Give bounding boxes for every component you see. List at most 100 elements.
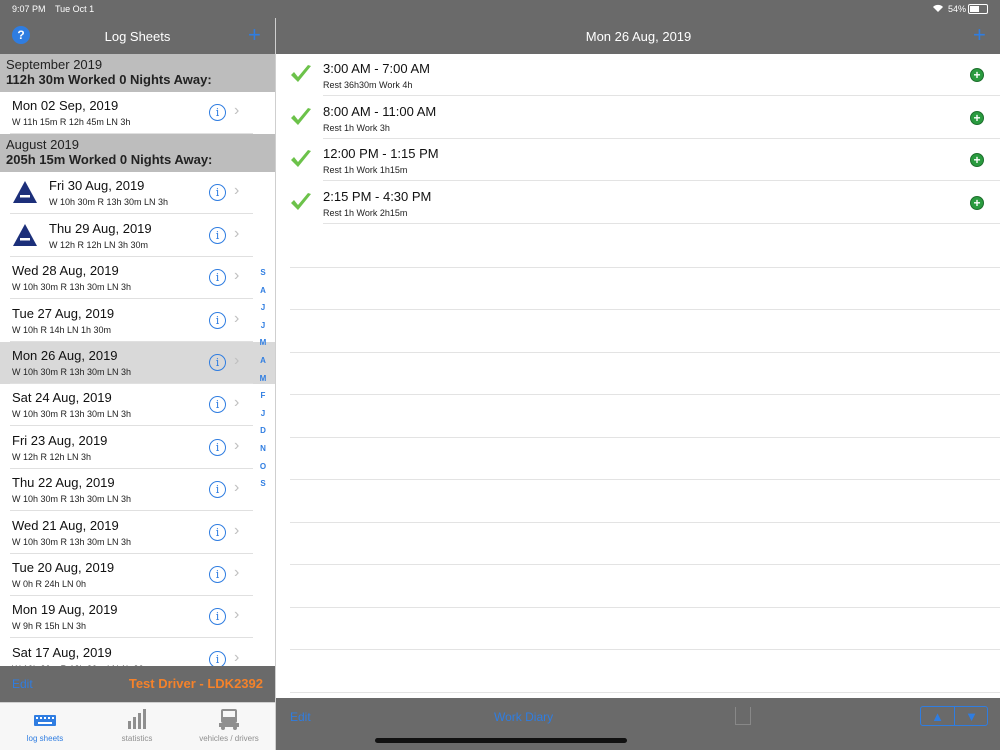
tab-label-statistics: statistics [121, 734, 153, 743]
info-icon[interactable]: i [209, 481, 226, 499]
add-entry-icon[interactable]: + [970, 68, 984, 82]
right-edit-button[interactable]: Edit [290, 710, 311, 724]
chevron-right-icon: › [234, 102, 240, 119]
row-summary: W 10h 30m R 13h 30m LN 3h [12, 536, 132, 547]
info-icon[interactable]: i [209, 396, 226, 414]
row-date: Mon 26 Aug, 2019 [12, 348, 118, 363]
index-letter[interactable]: J [256, 321, 270, 339]
index-letter[interactable]: A [256, 356, 270, 374]
empty-row-line [290, 479, 1000, 480]
next-day-button[interactable]: ▼ [955, 708, 988, 725]
log-sheet-row[interactable]: Tue 20 Aug, 2019 W 0h R 24h LN 0h i › [0, 554, 275, 596]
month-summary: 205h 15m Worked 0 Nights Away: [6, 152, 213, 168]
day-title: Mon 26 Aug, 2019 [585, 29, 692, 44]
index-letter[interactable]: S [256, 479, 270, 497]
chevron-right-icon: › [234, 436, 240, 454]
tab-log-sheets[interactable]: log sheets [0, 707, 90, 743]
row-date: Sat 24 Aug, 2019 [12, 390, 112, 406]
empty-row-line [290, 351, 1000, 353]
index-letter[interactable]: M [256, 374, 270, 392]
row-summary: W 12h R 12h LN 3h 30m [49, 239, 149, 250]
previous-day-button[interactable]: ▲ [921, 708, 954, 725]
add-entry-icon[interactable]: + [970, 153, 984, 167]
info-icon[interactable]: i [209, 523, 226, 541]
left-edit-button[interactable]: Edit [12, 677, 33, 691]
chevron-right-icon: › [234, 352, 240, 369]
tab-bar: log sheets statistics vehicles / drivers [0, 702, 275, 750]
log-sheet-row[interactable]: Tue 27 Aug, 2019 W 10h R 14h LN 1h 30m i › [0, 299, 275, 342]
index-letter[interactable]: D [256, 426, 270, 444]
info-icon[interactable]: i [209, 226, 226, 244]
log-sheet-row[interactable]: Sat 24 Aug, 2019 W 10h 30m R 13h 30m LN 3… [0, 384, 275, 427]
info-icon[interactable]: i [209, 184, 226, 202]
tab-label-log-sheets: log sheets [26, 734, 64, 743]
index-letter[interactable]: F [256, 391, 270, 409]
status-date: Tue Oct 1 [55, 4, 95, 14]
add-entry-button[interactable]: + [973, 24, 986, 46]
index-letter[interactable]: J [256, 409, 270, 427]
empty-row-line [290, 606, 1000, 608]
driver-label[interactable]: Test Driver - LDK2392 [129, 676, 263, 691]
time-entry-row[interactable]: 8:00 AM - 11:00 AM Rest 1h Work 3h + [276, 97, 1000, 139]
log-sheet-row[interactable]: Sat 17 Aug, 2019W 10h 30m R 13h 30m LN 1… [0, 638, 275, 666]
add-log-sheet-button[interactable]: + [248, 24, 261, 46]
work-diary-button[interactable]: Work Diary [494, 710, 553, 724]
chevron-right-icon: › [234, 606, 240, 624]
row-date: Fri 30 Aug, 2019 [49, 178, 145, 194]
log-sheet-row[interactable]: Mon 26 Aug, 2019 W 10h 30m R 13h 30m LN 3… [0, 342, 275, 384]
right-bottom-bar: Edit Work Diary ▲ ▼ [276, 698, 1000, 750]
log-sheet-row[interactable]: Fri 30 Aug, 2019 W 10h 30m R 13h 30m LN 3… [0, 172, 275, 215]
info-icon[interactable]: i [209, 650, 226, 666]
entry-detail: Rest 1h Work 3h [323, 122, 390, 133]
section-index[interactable]: SAJJMAMFJDNOS [256, 268, 270, 497]
index-letter[interactable]: O [256, 462, 270, 480]
battery-percent: 54% [948, 4, 967, 14]
checkmark-icon [291, 107, 311, 125]
log-sheet-row[interactable]: Mon 19 Aug, 2019 W 9h R 15h LN 3h i › [0, 596, 275, 639]
add-entry-icon[interactable]: + [970, 195, 984, 210]
log-sheet-row[interactable]: Mon 02 Sep, 2019 W 11h 15m R 12h 45m LN 3… [0, 92, 275, 134]
entry-detail: Rest 1h Work 2h15m [323, 207, 408, 218]
index-letter[interactable]: N [256, 444, 270, 462]
time-entry-row[interactable]: 3:00 AM - 7:00 AM Rest 36h30m Work 4h + [276, 54, 1000, 96]
index-letter[interactable]: A [256, 286, 270, 304]
info-icon[interactable]: i [209, 566, 226, 583]
time-entry-row[interactable]: 2:15 PM - 4:30 PM Rest 1h Work 2h15m + [276, 182, 1000, 224]
empty-row-line [290, 691, 1000, 693]
index-letter[interactable]: M [256, 338, 270, 356]
info-icon[interactable]: i [209, 311, 226, 329]
info-icon[interactable]: i [209, 438, 226, 456]
entry-detail: Rest 36h30m Work 4h [323, 80, 413, 90]
chevron-right-icon: › [234, 267, 240, 285]
row-date: Wed 21 Aug, 2019 [12, 517, 119, 533]
time-entry-row[interactable]: 12:00 PM - 1:15 PM Rest 1h Work 1h15m + [276, 139, 1000, 181]
add-entry-icon[interactable]: + [970, 110, 984, 125]
info-icon[interactable]: i [209, 104, 226, 121]
empty-row-line [290, 649, 1000, 650]
chevron-right-icon: › [234, 309, 240, 327]
log-sheet-row[interactable]: Fri 23 Aug, 2019 W 12h R 12h LN 3h i › [0, 426, 275, 469]
log-sheet-list[interactable]: Mon 02 Sep, 2019 September 2019112h 30m W… [0, 54, 275, 666]
tab-statistics[interactable]: statistics [92, 707, 182, 743]
info-icon[interactable]: i [209, 354, 226, 371]
share-icon[interactable] [735, 707, 751, 725]
tab-vehicles-drivers[interactable]: vehicles / drivers [184, 707, 274, 743]
right-nav-bar: Mon 26 Aug, 2019 + [276, 18, 1000, 54]
log-sheet-row[interactable]: Wed 28 Aug, 2019 W 10h 30m R 13h 30m LN 3… [0, 257, 275, 300]
entry-time: 3:00 AM - 7:00 AM [323, 61, 430, 76]
info-icon[interactable]: i [209, 269, 226, 287]
index-letter[interactable]: S [256, 268, 270, 286]
log-sheet-row[interactable]: Thu 29 Aug, 2019 W 12h R 12h LN 3h 30m i › [0, 214, 275, 257]
log-sheet-row[interactable]: Thu 22 Aug, 2019 W 10h 30m R 13h 30m LN 3… [0, 469, 275, 512]
chevron-right-icon: › [234, 224, 240, 242]
row-date: Tue 20 Aug, 2019 [12, 560, 115, 575]
empty-row-line [290, 266, 1000, 268]
log-sheet-row[interactable]: Wed 21 Aug, 2019 W 10h 30m R 13h 30m LN 3… [0, 511, 275, 554]
info-icon[interactable]: i [209, 608, 226, 626]
row-date: Sat 17 Aug, 2019 [12, 644, 112, 660]
left-nav-title: Log Sheets [104, 29, 171, 44]
index-letter[interactable]: J [256, 303, 270, 321]
warning-triangle-icon [13, 181, 37, 204]
row-summary: W 12h R 12h LN 3h [12, 451, 92, 462]
empty-row-line [290, 394, 1000, 395]
